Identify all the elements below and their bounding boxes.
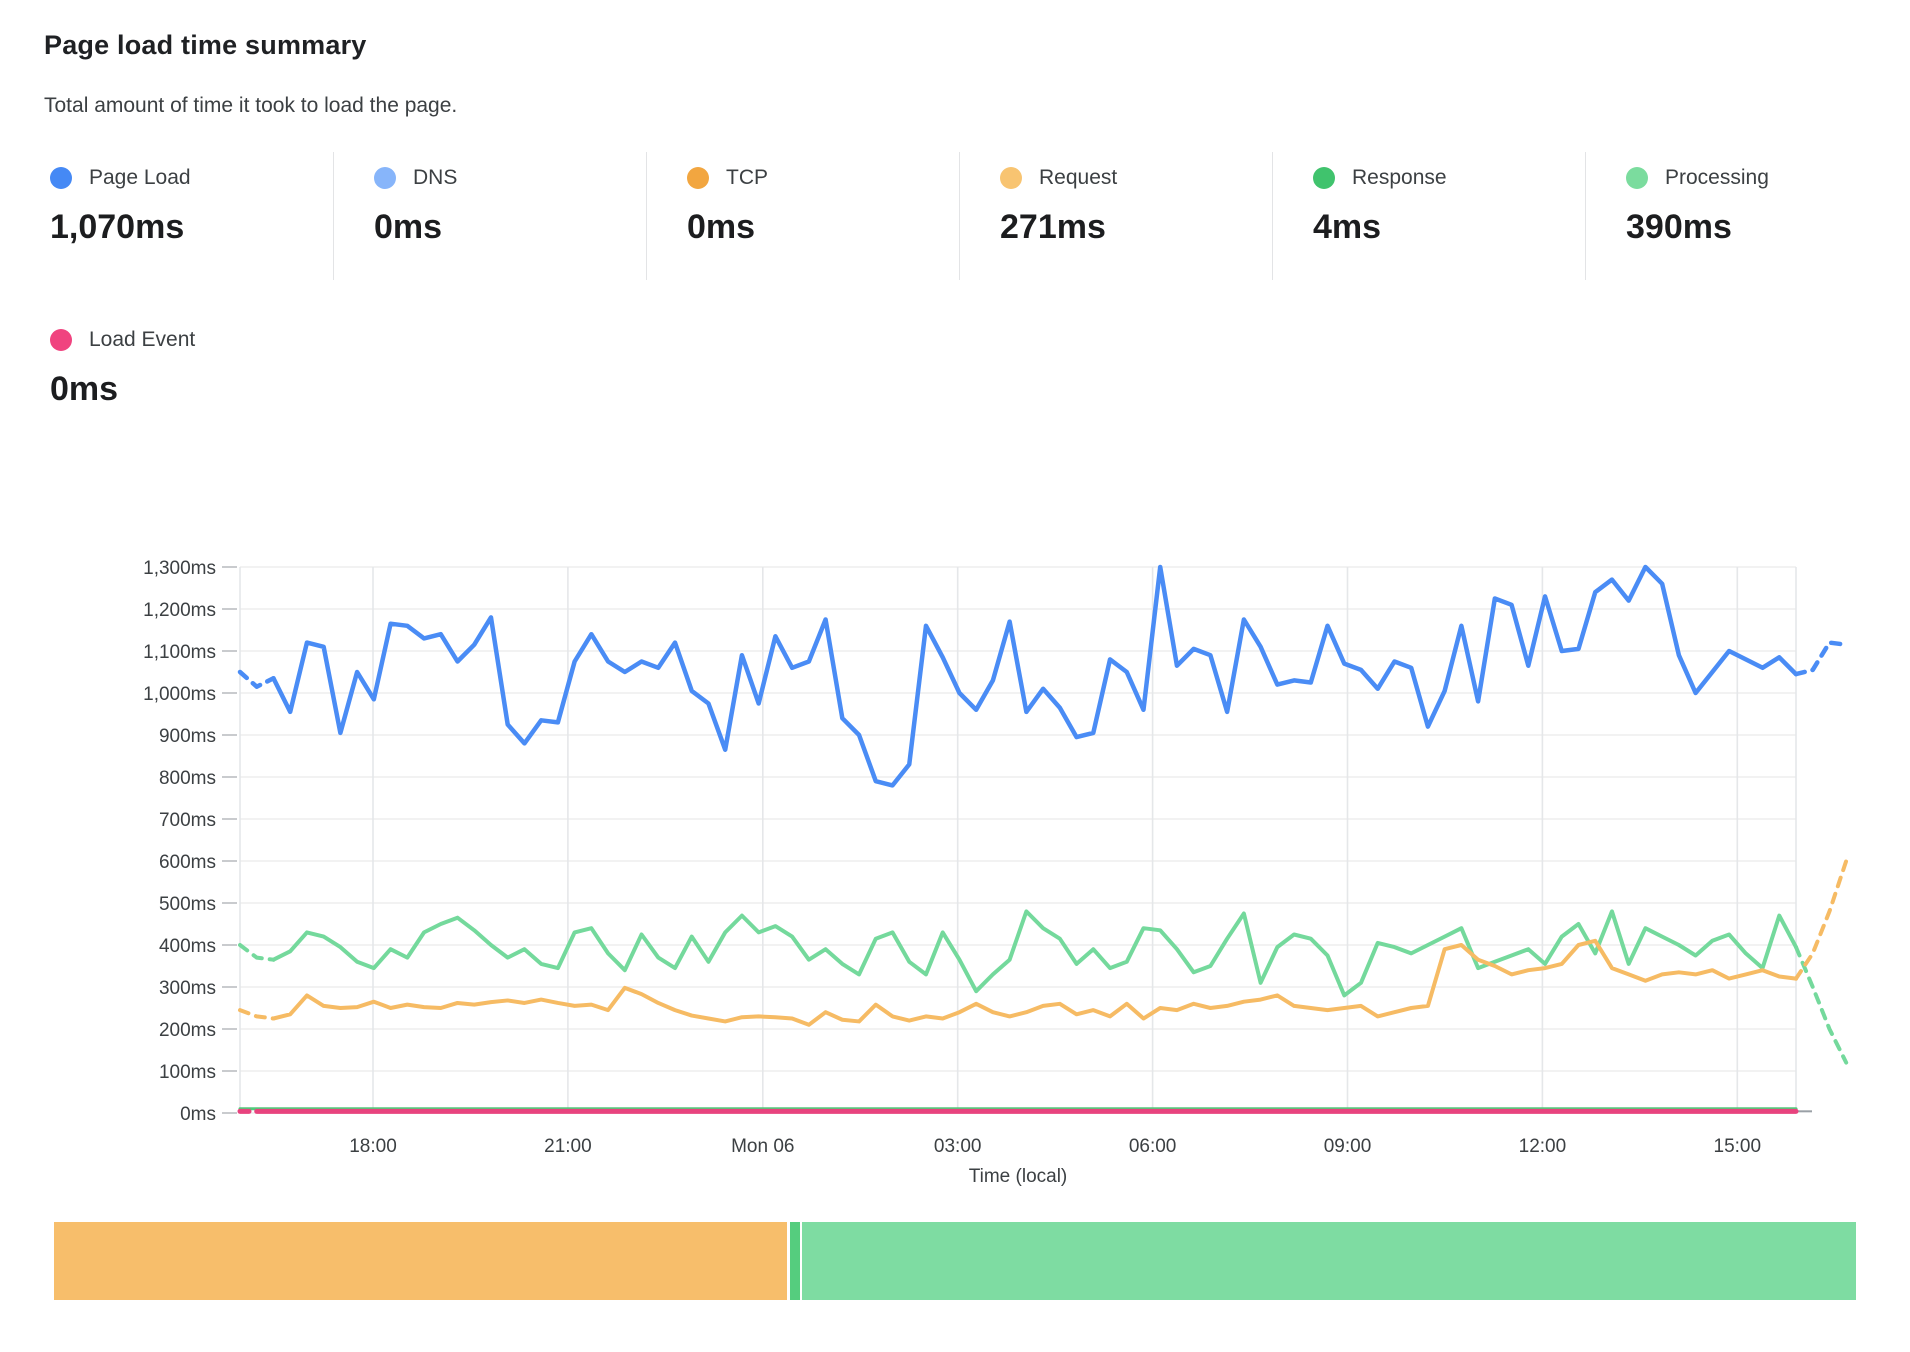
svg-text:15:00: 15:00 <box>1714 1136 1762 1157</box>
svg-text:Mon 06: Mon 06 <box>731 1136 794 1157</box>
series-page-load <box>240 567 1846 785</box>
svg-text:400ms: 400ms <box>159 936 216 957</box>
metric-value: 271ms <box>1000 208 1272 247</box>
metric-card-page-load: Page Load 1,070ms <box>44 152 333 280</box>
svg-text:200ms: 200ms <box>159 1020 216 1041</box>
metric-value: 0ms <box>687 208 959 247</box>
metric-label: Response <box>1352 166 1447 190</box>
metric-label: Page Load <box>89 166 191 190</box>
metric-label: Load Event <box>89 328 195 352</box>
svg-text:100ms: 100ms <box>159 1062 216 1083</box>
svg-text:18:00: 18:00 <box>349 1136 397 1157</box>
metric-value: 1,070ms <box>50 208 333 247</box>
svg-text:800ms: 800ms <box>159 768 216 789</box>
series-request <box>240 861 1846 1025</box>
metric-label: Processing <box>1665 166 1769 190</box>
bar-segment-processing-share[interactable] <box>802 1222 1856 1300</box>
metric-card-dns: DNS 0ms <box>333 152 646 280</box>
metric-card-tcp: TCP 0ms <box>646 152 959 280</box>
metrics-row: Page Load 1,070ms DNS 0ms TCP 0ms Reques… <box>44 152 1905 280</box>
svg-text:21:00: 21:00 <box>544 1136 592 1157</box>
svg-text:300ms: 300ms <box>159 978 216 999</box>
metric-value: 4ms <box>1313 208 1585 247</box>
svg-text:1,100ms: 1,100ms <box>143 642 216 663</box>
axis-ticks <box>222 567 237 1113</box>
timeseries-chart: 0ms 100ms 200ms 300ms 400ms 500ms 600ms 700ms 80… <box>0 430 1910 1190</box>
svg-text:12:00: 12:00 <box>1519 1136 1567 1157</box>
svg-text:900ms: 900ms <box>159 726 216 747</box>
page-load-line-chart: 0ms 100ms 200ms 300ms 400ms 500ms 600ms 700ms 80… <box>0 430 1910 1190</box>
bar-segment-request-share[interactable] <box>54 1222 787 1300</box>
tcp-legend-dot-icon <box>687 167 709 189</box>
metric-card-response: Response 4ms <box>1272 152 1585 280</box>
request-legend-dot-icon <box>1000 167 1022 189</box>
svg-text:600ms: 600ms <box>159 852 216 873</box>
response-legend-dot-icon <box>1313 167 1335 189</box>
timing-breakdown-bar[interactable] <box>54 1222 1856 1300</box>
metric-label: TCP <box>726 166 768 190</box>
page-load-legend-dot-icon <box>50 167 72 189</box>
svg-text:0ms: 0ms <box>180 1104 216 1125</box>
metric-value: 390ms <box>1626 208 1905 247</box>
svg-text:09:00: 09:00 <box>1324 1136 1372 1157</box>
metric-value: 0ms <box>44 370 195 409</box>
metric-label: Request <box>1039 166 1117 190</box>
svg-text:1,000ms: 1,000ms <box>143 684 216 705</box>
metric-label: DNS <box>413 166 457 190</box>
metric-value: 0ms <box>374 208 646 247</box>
page-title: Page load time summary <box>44 30 367 61</box>
metric-card-processing: Processing 390ms <box>1585 152 1905 280</box>
svg-text:03:00: 03:00 <box>934 1136 982 1157</box>
svg-text:06:00: 06:00 <box>1129 1136 1177 1157</box>
svg-text:1,200ms: 1,200ms <box>143 600 216 621</box>
page-subtitle: Total amount of time it took to load the… <box>44 94 457 118</box>
svg-text:500ms: 500ms <box>159 894 216 915</box>
svg-text:1,300ms: 1,300ms <box>143 558 216 579</box>
svg-text:700ms: 700ms <box>159 810 216 831</box>
dns-legend-dot-icon <box>374 167 396 189</box>
page-load-time-panel: Page load time summary Total amount of t… <box>0 0 1910 1352</box>
x-axis-title: Time (local) <box>969 1166 1068 1187</box>
metric-card-request: Request 271ms <box>959 152 1272 280</box>
processing-legend-dot-icon <box>1626 167 1648 189</box>
metric-card-load-event: Load Event 0ms <box>44 326 195 409</box>
bar-segment-response-share[interactable] <box>790 1222 800 1300</box>
load-event-legend-dot-icon <box>50 329 72 351</box>
